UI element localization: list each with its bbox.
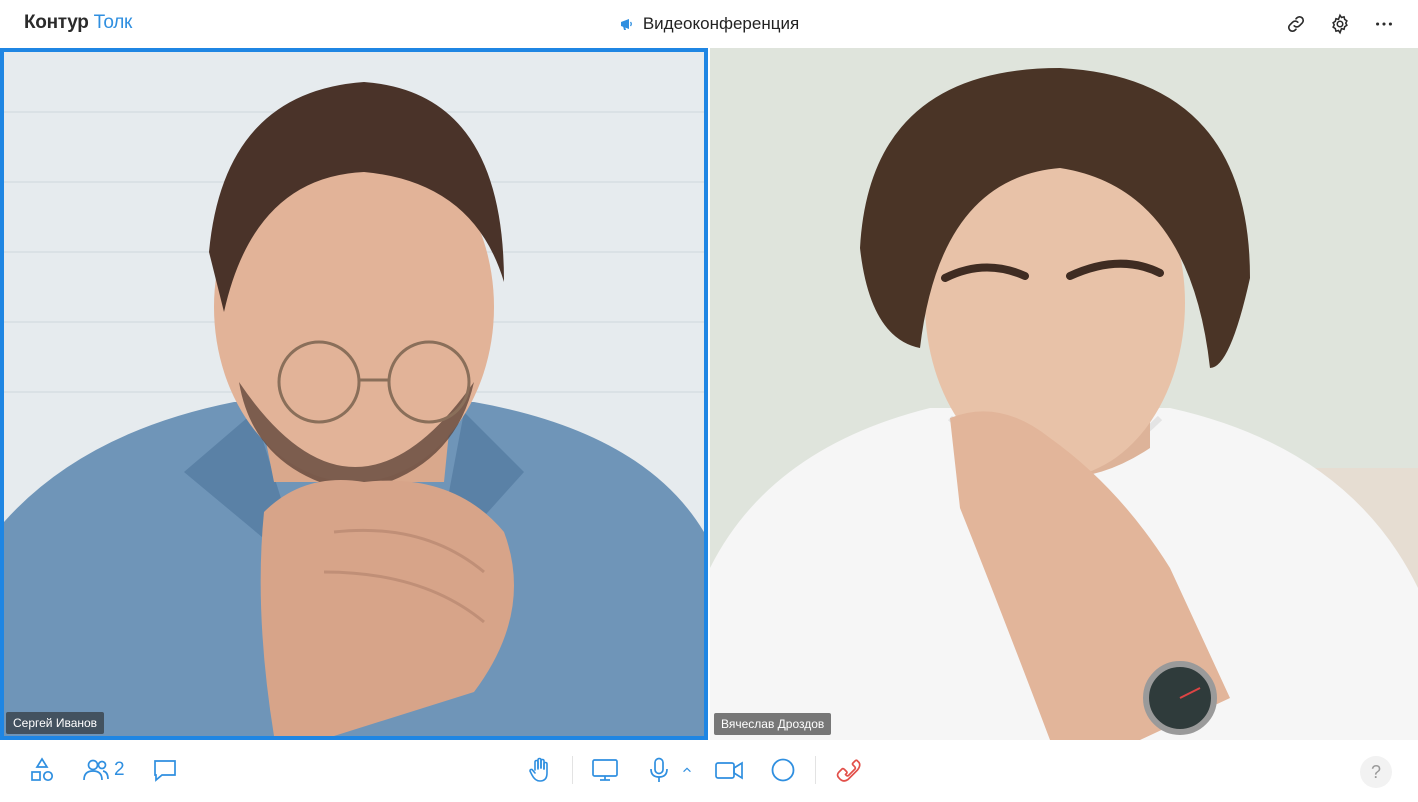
hangup-button[interactable] xyxy=(834,756,862,784)
record-icon xyxy=(771,758,795,782)
gear-icon xyxy=(1332,13,1348,35)
more-button[interactable] xyxy=(1372,12,1396,36)
conference-title: Видеоконференция xyxy=(642,14,800,33)
participants-button[interactable]: 2 xyxy=(82,756,125,784)
help-button[interactable]: ? xyxy=(1360,756,1392,788)
video-tile-vyacheslav[interactable]: Вячеслав Дроздов xyxy=(710,48,1418,740)
camera-icon xyxy=(715,761,743,780)
more-icon xyxy=(1376,22,1392,26)
shapes-icon xyxy=(31,757,54,782)
help-label: ? xyxy=(1370,761,1381,782)
megaphone-icon xyxy=(620,19,632,30)
participant-video xyxy=(710,48,1418,740)
toolbar-center-group xyxy=(526,756,862,784)
participants-count: 2 xyxy=(114,759,125,780)
chat-button[interactable] xyxy=(151,756,179,784)
settings-button[interactable] xyxy=(1328,12,1352,36)
screen-share-button[interactable] xyxy=(591,756,619,784)
participant-video xyxy=(4,52,704,736)
chat-icon xyxy=(153,760,176,782)
participant-name-tag: Сергей Иванов xyxy=(6,712,105,734)
people-icon xyxy=(83,759,109,781)
hangup-icon xyxy=(836,759,861,782)
link-icon xyxy=(1287,15,1305,33)
record-button[interactable] xyxy=(769,756,797,784)
toolbar-left-group: 2 xyxy=(28,756,179,784)
chevron-up-icon xyxy=(683,767,691,773)
toolbar-divider xyxy=(815,756,816,784)
top-bar: Контур Толк Видеоконференция xyxy=(0,0,1418,48)
microphone-icon xyxy=(650,757,668,782)
title-container: Видеоконференция xyxy=(0,14,1418,37)
apps-button[interactable] xyxy=(28,756,56,784)
microphone-button[interactable] xyxy=(645,756,673,784)
camera-button[interactable] xyxy=(713,756,745,784)
video-tile-sergey[interactable]: Сергей Иванов xyxy=(0,48,708,740)
page-title: Видеоконференция xyxy=(619,14,799,34)
raise-hand-button[interactable] xyxy=(526,756,554,784)
audio-options-button[interactable] xyxy=(679,762,695,778)
bottom-toolbar: 2 ? xyxy=(0,740,1418,802)
hand-icon xyxy=(529,757,548,782)
participant-name-tag: Вячеслав Дроздов xyxy=(714,713,832,735)
toolbar-divider xyxy=(572,756,573,784)
header-actions xyxy=(1284,12,1396,36)
screen-share-icon xyxy=(592,759,618,781)
copy-link-button[interactable] xyxy=(1284,12,1308,36)
